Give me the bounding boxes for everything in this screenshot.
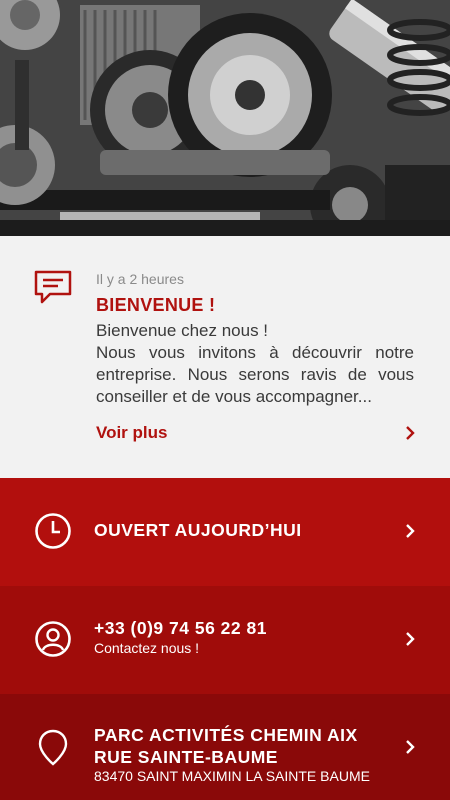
message-icon	[34, 270, 72, 304]
contact-label: Contactez nous !	[94, 640, 200, 656]
chevron-right-icon[interactable]	[402, 738, 418, 756]
address-street: PARC ACTIVITÉS CHEMIN AIX RUE SAINTE-BAU…	[94, 725, 358, 767]
address-row[interactable]: PARC ACTIVITÉS CHEMIN AIX RUE SAINTE-BAU…	[0, 694, 450, 800]
news-timestamp: Il y a 2 heures	[96, 271, 184, 287]
clock-icon	[35, 513, 71, 549]
user-icon	[35, 621, 71, 657]
opening-hours-row[interactable]: OUVERT AUJOURD’HUI	[0, 478, 450, 586]
opening-status: OUVERT AUJOURD’HUI	[94, 520, 302, 540]
news-title: BIENVENUE !	[96, 295, 216, 315]
see-more-link[interactable]: Voir plus	[96, 423, 167, 443]
chevron-right-icon[interactable]	[402, 522, 418, 540]
hero-image	[0, 0, 450, 236]
chevron-right-icon[interactable]	[402, 630, 418, 648]
address-city: 83470 SAINT MAXIMIN LA SAINTE BAUME	[94, 768, 370, 784]
phone-number: +33 (0)9 74 56 22 81	[94, 618, 267, 638]
phone-row[interactable]: +33 (0)9 74 56 22 81 Contactez nous !	[0, 586, 450, 694]
chevron-right-icon[interactable]	[402, 424, 418, 442]
location-pin-icon	[38, 729, 68, 766]
auto-parts-illustration	[0, 0, 450, 236]
news-body: Bienvenue chez nous ! Nous vous invitons…	[96, 321, 414, 406]
